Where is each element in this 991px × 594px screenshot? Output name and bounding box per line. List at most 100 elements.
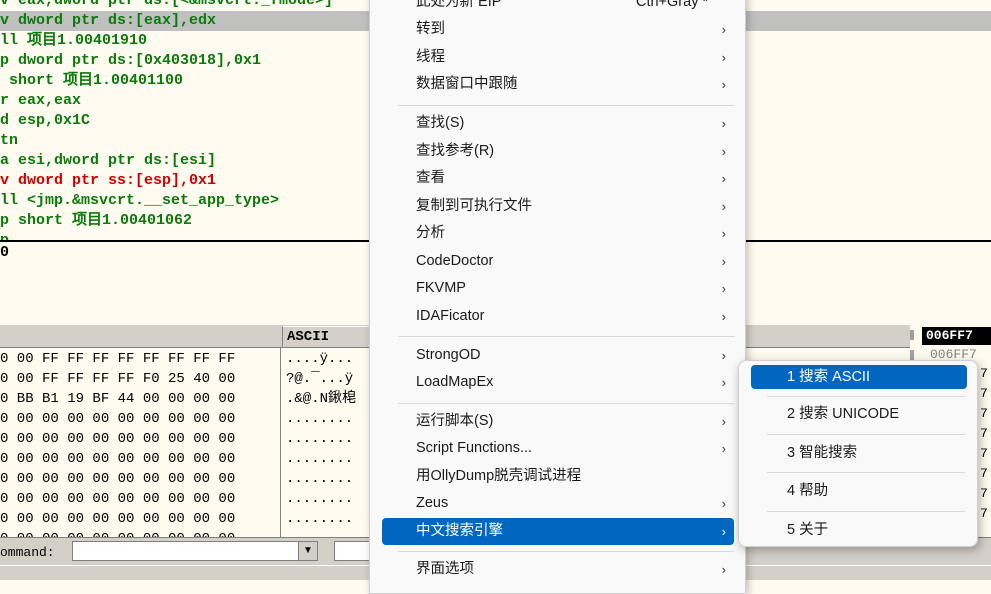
menu-item-copy-to-executable[interactable]: 复制到可执行文件 › [382, 193, 734, 220]
menu-item-search[interactable]: 查找(S) › [382, 110, 734, 137]
menu-item-strongod[interactable]: StrongOD › [382, 342, 734, 369]
menu-separator [398, 336, 734, 337]
asm-line[interactable]: v dword ptr ss:[esp],0x1 [0, 171, 216, 191]
pane-grip[interactable] [910, 350, 914, 360]
chevron-right-icon: › [721, 50, 726, 65]
menu-item-label: 用OllyDump脱壳调试进程 [416, 468, 582, 484]
menu-item-label: 数据窗口中跟随 [416, 76, 518, 92]
menu-separator [398, 551, 734, 552]
submenu-item-search-ascii[interactable]: 1 搜索 ASCII [751, 365, 967, 389]
submenu-item-about[interactable]: 5 关于 [751, 518, 967, 542]
menu-separator [398, 403, 734, 404]
menu-item-find-references[interactable]: 查找参考(R) › [382, 138, 734, 165]
menu-item-label: IDAFicator [416, 308, 485, 324]
dump-row-ascii[interactable]: ........ [286, 449, 353, 469]
chevron-right-icon: › [721, 144, 726, 159]
dump-row-hex[interactable]: 0 00 00 00 00 00 00 00 00 00 [0, 409, 235, 429]
menu-item-chinese-search-engine[interactable]: 中文搜索引擎 › [382, 518, 734, 545]
menu-item-label: 查找(S) [416, 115, 465, 131]
chevron-right-icon: › [721, 496, 726, 511]
stack-row[interactable]: 7 [980, 406, 988, 421]
dump-row-hex[interactable]: 0 00 00 00 00 00 00 00 00 00 [0, 429, 235, 449]
asm-line[interactable]: ll <jmp.&msvcrt.__set_app_type> [0, 191, 279, 211]
menu-item-idaficator[interactable]: IDAFicator › [382, 303, 734, 330]
menu-item-new-eip[interactable]: 此处为新 EIP Ctrl+Gray * [382, 0, 734, 16]
menu-item-ollydump[interactable]: 用OllyDump脱壳调试进程 [382, 463, 734, 490]
menu-item-run-script[interactable]: 运行脚本(S) › [382, 408, 734, 435]
menu-item-script-functions[interactable]: Script Functions... › [382, 435, 734, 462]
submenu-item-label: 4 帮助 [787, 483, 829, 499]
menu-item-view[interactable]: 查看 › [382, 165, 734, 192]
chinese-search-submenu[interactable]: 1 搜索 ASCII 2 搜索 UNICODE 3 智能搜索 4 帮助 5 关于 [738, 360, 978, 547]
submenu-item-search-unicode[interactable]: 2 搜索 UNICODE [751, 402, 967, 426]
menu-separator [398, 105, 734, 106]
dump-row-hex[interactable]: 0 00 FF FF FF FF FF FF FF FF [0, 349, 235, 369]
dump-row-hex[interactable]: 0 00 00 00 00 00 00 00 00 00 [0, 489, 235, 509]
chevron-right-icon: › [721, 524, 726, 539]
dump-row-ascii[interactable]: ........ [286, 469, 353, 489]
ascii-column-header[interactable]: ASCII [282, 326, 377, 347]
pane-grip[interactable] [910, 330, 914, 340]
command-input[interactable] [72, 541, 300, 561]
menu-separator [767, 511, 965, 512]
command-extra-field[interactable] [334, 541, 372, 561]
dump-row-ascii[interactable]: ........ [286, 509, 353, 529]
dump-row-ascii[interactable]: ........ [286, 429, 353, 449]
stack-row[interactable]: 7 [980, 486, 988, 501]
asm-line[interactable]: ll 项目1.00401910 [0, 31, 147, 51]
asm-line[interactable]: p short 项目1.00401062 [0, 211, 192, 231]
dump-row-hex[interactable]: 0 00 00 00 00 00 00 00 00 00 [0, 449, 235, 469]
menu-item-label: 运行脚本(S) [416, 413, 494, 429]
menu-separator [767, 396, 965, 397]
dump-row-ascii[interactable]: ........ [286, 409, 353, 429]
submenu-item-label: 1 搜索 ASCII [787, 369, 870, 385]
chevron-right-icon: › [721, 199, 726, 214]
chevron-right-icon: › [721, 375, 726, 390]
chevron-right-icon: › [721, 226, 726, 241]
stack-row[interactable]: 7 [980, 426, 988, 441]
asm-line[interactable]: a esi,dword ptr ds:[esi] [0, 151, 216, 171]
menu-separator [767, 434, 965, 435]
dump-row-hex[interactable]: 0 00 FF FF FF FF F0 25 40 00 [0, 369, 235, 389]
stack-row[interactable]: 7 [980, 446, 988, 461]
asm-line[interactable]: d esp,0x1C [0, 111, 90, 131]
stack-row[interactable]: 7 [980, 466, 988, 481]
menu-item-codedoctor[interactable]: CodeDoctor › [382, 248, 734, 275]
submenu-item-label: 5 关于 [787, 522, 829, 538]
menu-item-fkvmp[interactable]: FKVMP › [382, 275, 734, 302]
dump-row-hex[interactable]: 0 00 00 00 00 00 00 00 00 00 [0, 469, 235, 489]
stack-row[interactable]: 7 [980, 506, 988, 521]
asm-line[interactable]: short 项目1.00401100 [0, 71, 183, 91]
chevron-right-icon: › [721, 116, 726, 131]
dump-row-ascii[interactable]: ?@.¯...ÿ [286, 369, 353, 389]
menu-item-thread[interactable]: 线程 › [382, 44, 734, 71]
stack-row[interactable]: 7 [980, 366, 988, 381]
menu-separator [767, 472, 965, 473]
dump-row-hex[interactable]: 0 BB B1 19 BF 44 00 00 00 00 [0, 389, 235, 409]
dump-row-ascii[interactable]: ........ [286, 489, 353, 509]
asm-line[interactable]: tn [0, 131, 18, 151]
command-label: ommand: [0, 545, 55, 560]
dump-row-ascii[interactable]: .&@.N鍬梍 [286, 389, 356, 409]
asm-line[interactable]: r eax,eax [0, 91, 81, 111]
submenu-item-label: 2 搜索 UNICODE [787, 406, 899, 422]
asm-line[interactable]: p dword ptr ds:[0x403018],0x1 [0, 51, 261, 71]
menu-item-analyze[interactable]: 分析 › [382, 220, 734, 247]
chevron-right-icon: › [721, 171, 726, 186]
menu-item-follow-in-dump[interactable]: 数据窗口中跟随 › [382, 71, 734, 98]
menu-item-label: FKVMP [416, 280, 466, 296]
dump-row-hex[interactable]: 0 00 00 00 00 00 00 00 00 00 [0, 509, 235, 529]
menu-item-zeus[interactable]: Zeus › [382, 490, 734, 517]
submenu-item-smart-search[interactable]: 3 智能搜索 [751, 441, 967, 465]
stack-address-header[interactable]: 006FF7 [922, 327, 991, 345]
context-menu[interactable]: 此处为新 EIP Ctrl+Gray * 转到 › 线程 › 数据窗口中跟随 ›… [369, 0, 746, 594]
stack-row[interactable]: 7 [980, 386, 988, 401]
asm-line[interactable]: v eax,dword ptr ds:[<&msvcrt._fmode>] [0, 0, 333, 11]
chevron-down-icon[interactable]: ▼ [298, 541, 318, 561]
menu-item-loadmapex[interactable]: LoadMapEx › [382, 369, 734, 396]
submenu-item-help[interactable]: 4 帮助 [751, 479, 967, 503]
dump-row-ascii[interactable]: ....ÿ... [286, 349, 353, 369]
info-text: 0 [0, 244, 10, 261]
dump-row-hex[interactable]: 0 00 00 00 00 00 00 00 00 00 [0, 529, 235, 537]
menu-item-goto[interactable]: 转到 › [382, 16, 734, 43]
